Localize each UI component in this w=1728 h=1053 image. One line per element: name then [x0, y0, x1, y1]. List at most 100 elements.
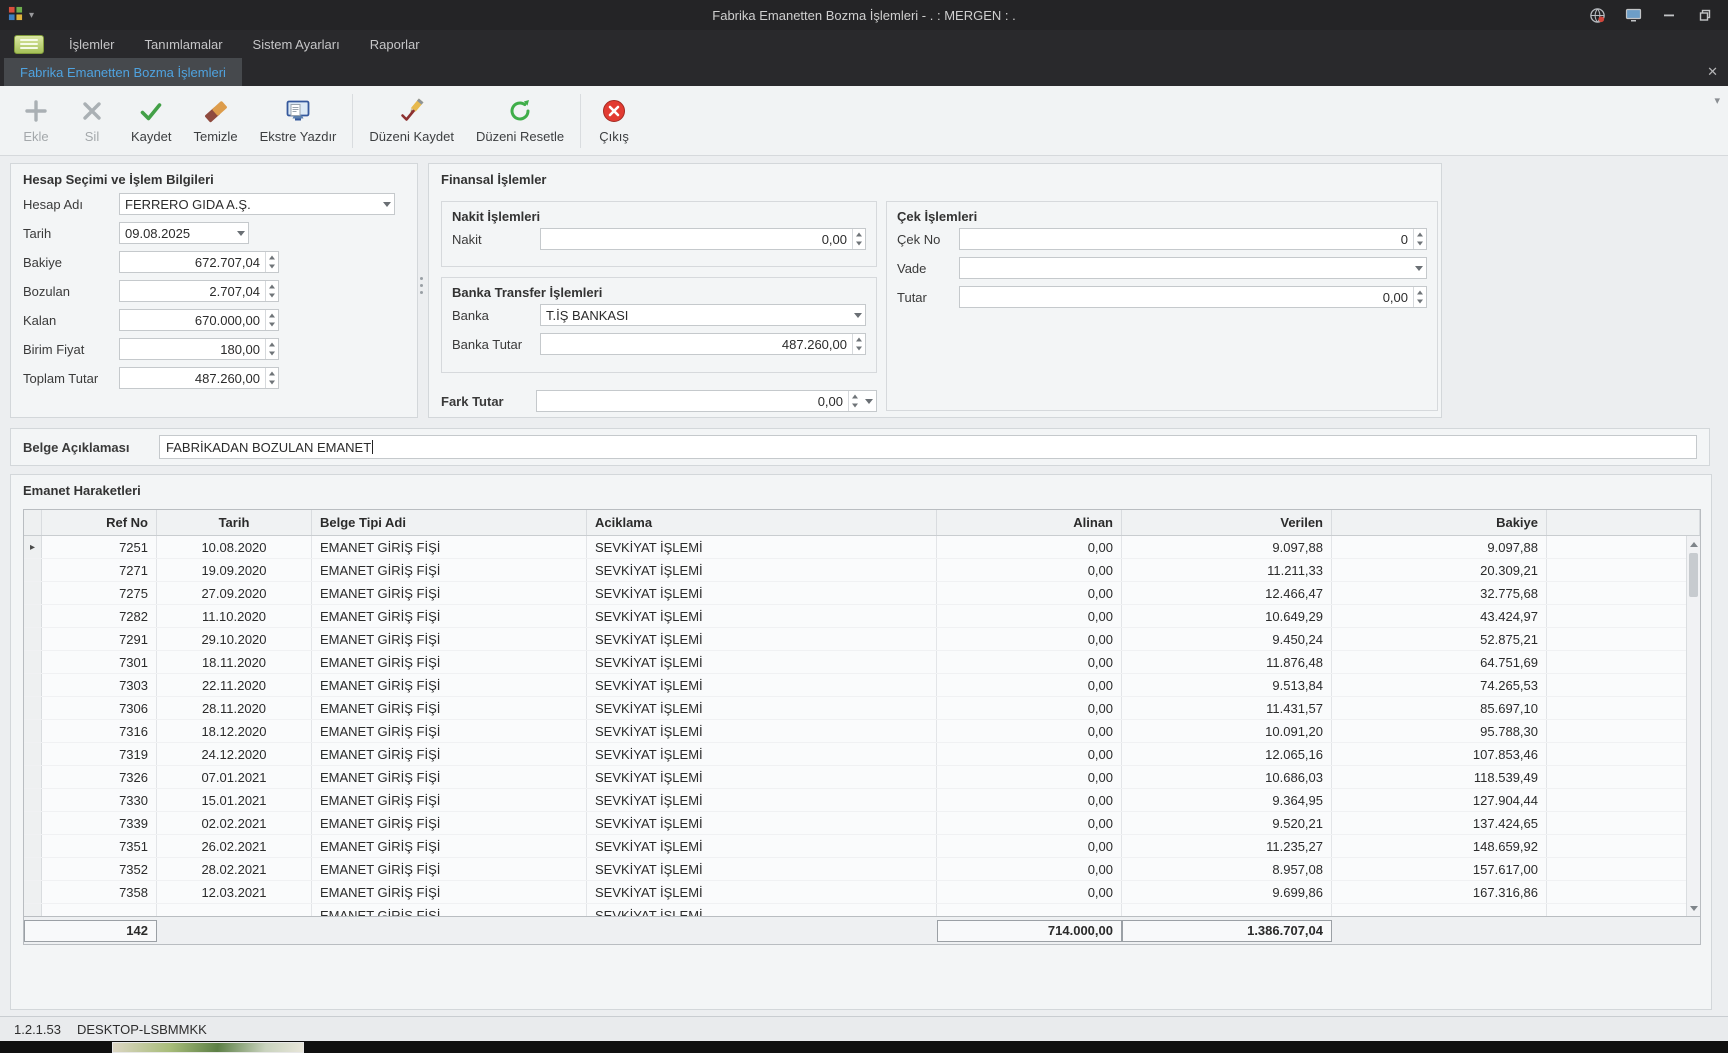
cell-alinan: 0,00 [937, 766, 1122, 788]
kalan-spinedit[interactable]: 670.000,00 [119, 309, 279, 331]
scrollbar-thumb[interactable] [1689, 553, 1698, 597]
cell-alinan: 0,00 [937, 812, 1122, 834]
cek-no-spinedit[interactable]: 0 [959, 228, 1427, 250]
toolbar-button-ekle[interactable]: Ekle [8, 89, 64, 153]
menu-item-sistem-ayarlari[interactable]: Sistem Ayarları [238, 30, 355, 58]
quick-access-caret-icon[interactable]: ▾ [29, 10, 34, 21]
column-header-bakiye[interactable]: Bakiye [1332, 510, 1547, 535]
hesap-adi-combobox[interactable]: FERRERO GIDA A.Ş. [119, 193, 395, 215]
chevron-down-icon[interactable] [1411, 258, 1426, 278]
cell-verilen: 8.957,08 [1122, 858, 1332, 880]
cell-tarih: 11.10.2020 [157, 605, 312, 627]
tab-close-icon[interactable]: ✕ [1707, 58, 1718, 86]
birim-fiyat-spinedit[interactable]: 180,00 [119, 338, 279, 360]
grid-row[interactable]: 732607.01.2021EMANET GİRİŞ FİŞİSEVKİYAT … [24, 766, 1700, 789]
chevron-down-icon[interactable] [379, 194, 394, 214]
taskbar-thumbnail[interactable] [112, 1042, 304, 1053]
cek-tutar-spinedit[interactable]: 0,00 [959, 286, 1427, 308]
row-indicator [24, 812, 42, 834]
spinner-buttons[interactable] [1413, 229, 1426, 249]
cell-alinan: 0,00 [937, 858, 1122, 880]
cell-aciklama: SEVKİYAT İŞLEMİ [587, 835, 937, 857]
grid-row[interactable]: 727119.09.2020EMANET GİRİŞ FİŞİSEVKİYAT … [24, 559, 1700, 582]
chevron-down-icon[interactable] [850, 305, 865, 325]
cell-alinan: 0,00 [937, 559, 1122, 581]
toolbar-button-duzeni-resetle[interactable]: Düzeni Resetle [465, 89, 575, 153]
grid-row[interactable]: 735126.02.2021EMANET GİRİŞ FİŞİSEVKİYAT … [24, 835, 1700, 858]
grid-row[interactable]: 735228.02.2021EMANET GİRİŞ FİŞİSEVKİYAT … [24, 858, 1700, 881]
display-icon[interactable] [1624, 6, 1642, 24]
grid-row[interactable]: 731618.12.2020EMANET GİRİŞ FİŞİSEVKİYAT … [24, 720, 1700, 743]
spinner-buttons[interactable] [265, 252, 278, 272]
column-header-alinan[interactable]: Alinan [937, 510, 1122, 535]
fark-tutar-spinedit[interactable]: 0,00 [536, 390, 877, 412]
spinner-buttons[interactable] [852, 229, 865, 249]
spinner-buttons[interactable] [265, 281, 278, 301]
nakit-spinedit[interactable]: 0,00 [540, 228, 866, 250]
cell-filler [1547, 789, 1700, 811]
toolbar-button-temizle[interactable]: Temizle [182, 89, 248, 153]
spinner-buttons[interactable] [265, 310, 278, 330]
toolbar-button-duzeni-kaydet[interactable]: Düzeni Kaydet [358, 89, 465, 153]
spinner-buttons[interactable] [265, 339, 278, 359]
column-header-verilen[interactable]: Verilen [1122, 510, 1332, 535]
menu-item-islemler[interactable]: İşlemler [54, 30, 130, 58]
minimize-button[interactable] [1660, 6, 1678, 24]
belge-aciklamasi-input[interactable]: FABRİKADAN BOZULAN EMANET [159, 435, 1697, 459]
menu-item-tanimlamalar[interactable]: Tanımlamalar [130, 30, 238, 58]
chevron-down-icon[interactable] [233, 223, 248, 243]
tab-fabrika-emanetten-bozma[interactable]: Fabrika Emanetten Bozma İşlemleri [4, 58, 242, 86]
spinner-buttons[interactable] [852, 334, 865, 354]
column-header-tarih[interactable]: Tarih [157, 510, 312, 535]
toolbar-button-kaydet[interactable]: Kaydet [120, 89, 182, 153]
toplam-tutar-spinedit[interactable]: 487.260,00 [119, 367, 279, 389]
spinner-buttons[interactable] [848, 391, 861, 411]
cell-bakiye: 148.659,92 [1332, 835, 1547, 857]
banka-combobox[interactable]: T.İŞ BANKASI [540, 304, 866, 326]
panel-splitter[interactable] [418, 268, 424, 302]
scroll-up-icon[interactable] [1687, 536, 1700, 551]
grid-row[interactable]: 730628.11.2020EMANET GİRİŞ FİŞİSEVKİYAT … [24, 697, 1700, 720]
banka-tutar-spinedit[interactable]: 487.260,00 [540, 333, 866, 355]
grid-row[interactable]: 735812.03.2021EMANET GİRİŞ FİŞİSEVKİYAT … [24, 881, 1700, 904]
globe-icon[interactable] [1588, 6, 1606, 24]
app-menu-button[interactable] [14, 35, 44, 54]
grid-row[interactable]: 733902.02.2021EMANET GİRİŞ FİŞİSEVKİYAT … [24, 812, 1700, 835]
cell-aciklama: SEVKİYAT İŞLEMİ [587, 582, 937, 604]
column-header-ref-no[interactable]: Ref No [42, 510, 157, 535]
vade-combobox[interactable] [959, 257, 1427, 279]
cell-aciklama: SEVKİYAT İŞLEMİ [587, 743, 937, 765]
bozulan-spinedit[interactable]: 2.707,04 [119, 280, 279, 302]
grid-row[interactable]: 733015.01.2021EMANET GİRİŞ FİŞİSEVKİYAT … [24, 789, 1700, 812]
tarih-datepicker[interactable]: 09.08.2025 [119, 222, 249, 244]
cek-tutar-value: 0,00 [960, 290, 1413, 305]
grid-row[interactable]: 729129.10.2020EMANET GİRİŞ FİŞİSEVKİYAT … [24, 628, 1700, 651]
toolbar-button-ekstre-yazdir[interactable]: Ekstre Yazdır [249, 89, 348, 153]
plus-icon [23, 98, 49, 124]
spinner-buttons[interactable] [265, 368, 278, 388]
restore-button[interactable] [1696, 6, 1714, 24]
bakiye-spinedit[interactable]: 672.707,04 [119, 251, 279, 273]
toolbar-button-label: Ekle [23, 129, 48, 144]
emanet-grid: Ref NoTarihBelge Tipi AdiAciklamaAlinanV… [23, 509, 1701, 945]
grid-row[interactable]: 730118.11.2020EMANET GİRİŞ FİŞİSEVKİYAT … [24, 651, 1700, 674]
row-indicator [24, 720, 42, 742]
column-header-belge-tipi-adi[interactable]: Belge Tipi Adi [312, 510, 587, 535]
scroll-down-icon[interactable] [1687, 901, 1700, 916]
grid-row[interactable]: 730322.11.2020EMANET GİRİŞ FİŞİSEVKİYAT … [24, 674, 1700, 697]
chevron-down-icon[interactable] [861, 391, 876, 411]
grid-row-partial[interactable]: EMANET GİRİŞ FİŞİSEVKİYAT İŞLEMİ [24, 904, 1700, 916]
grid-vertical-scrollbar[interactable] [1686, 536, 1700, 916]
cell-filler [1547, 674, 1700, 696]
toolbar-button-sil[interactable]: Sil [64, 89, 120, 153]
toolbar-overflow-button[interactable]: ▾ [1714, 94, 1720, 107]
menu-item-raporlar[interactable]: Raporlar [355, 30, 435, 58]
grid-row[interactable]: ▸725110.08.2020EMANET GİRİŞ FİŞİSEVKİYAT… [24, 536, 1700, 559]
toolbar-button-cikis[interactable]: Çıkış [586, 89, 642, 153]
grid-row[interactable]: 727527.09.2020EMANET GİRİŞ FİŞİSEVKİYAT … [24, 582, 1700, 605]
grid-row[interactable]: 728211.10.2020EMANET GİRİŞ FİŞİSEVKİYAT … [24, 605, 1700, 628]
column-header-aciklama[interactable]: Aciklama [587, 510, 937, 535]
cell-verilen: 9.699,86 [1122, 881, 1332, 903]
grid-row[interactable]: 731924.12.2020EMANET GİRİŞ FİŞİSEVKİYAT … [24, 743, 1700, 766]
spinner-buttons[interactable] [1413, 287, 1426, 307]
